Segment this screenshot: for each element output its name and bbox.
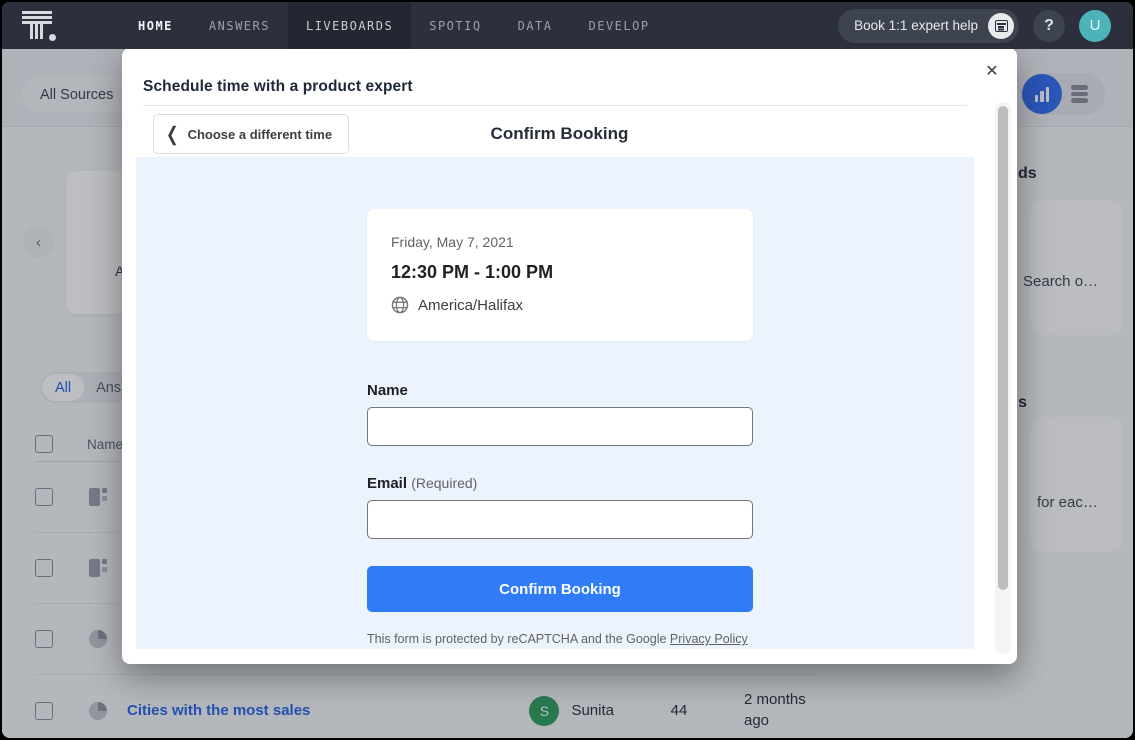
nav-item-answers[interactable]: ANSWERS xyxy=(191,2,288,49)
confirm-booking-heading: Confirm Booking xyxy=(122,124,997,144)
logo-dot xyxy=(49,34,56,41)
email-required-hint: (Required) xyxy=(411,475,477,491)
thoughtspot-logo[interactable] xyxy=(22,11,56,41)
close-icon[interactable]: ✕ xyxy=(981,60,1003,82)
name-input[interactable] xyxy=(367,407,753,446)
booking-form-area: Friday, May 7, 2021 12:30 PM - 1:00 PM A… xyxy=(136,157,974,649)
nav-item-liveboards[interactable]: LIVEBOARDS xyxy=(288,2,411,49)
booking-timezone: America/Halifax xyxy=(418,297,523,314)
top-nav: HOME ANSWERS LIVEBOARDS SPOTIQ DATA DEVE… xyxy=(2,2,1133,49)
name-label: Name xyxy=(367,382,753,399)
question-mark-icon: ? xyxy=(1044,17,1054,35)
book-expert-help-button[interactable]: Book 1:1 expert help xyxy=(838,9,1019,43)
name-field-group: Name xyxy=(367,382,753,446)
globe-icon xyxy=(391,296,409,314)
recaptcha-notice: This form is protected by reCAPTCHA and … xyxy=(367,631,753,649)
nav-item-spotiq[interactable]: SPOTIQ xyxy=(411,2,499,49)
logo-bar xyxy=(22,16,52,19)
email-label-text: Email xyxy=(367,475,407,492)
book-expert-help-label: Book 1:1 expert help xyxy=(854,18,978,33)
booking-summary-card: Friday, May 7, 2021 12:30 PM - 1:00 PM A… xyxy=(367,209,753,341)
modal-title: Schedule time with a product expert xyxy=(143,78,413,96)
modal-divider xyxy=(143,105,967,106)
booking-modal: ✕ Schedule time with a product expert ❮ … xyxy=(122,48,1017,664)
privacy-policy-link[interactable]: Privacy Policy xyxy=(670,632,748,646)
user-avatar[interactable]: U xyxy=(1079,10,1111,42)
nav-item-data[interactable]: DATA xyxy=(500,2,571,49)
booking-date: Friday, May 7, 2021 xyxy=(391,234,729,250)
avatar-initial: U xyxy=(1090,17,1101,34)
help-button[interactable]: ? xyxy=(1033,10,1065,42)
email-label: Email (Required) xyxy=(367,475,753,492)
logo-bar xyxy=(30,23,33,39)
confirm-booking-button[interactable]: Confirm Booking xyxy=(367,566,753,612)
email-input[interactable] xyxy=(367,500,753,539)
calendar-icon xyxy=(988,13,1014,39)
nav-item-home[interactable]: HOME xyxy=(120,2,191,49)
logo-bar xyxy=(22,11,52,14)
booking-timezone-row: America/Halifax xyxy=(391,296,729,314)
app-window: All Sources ‹ A All Ans Name xyxy=(0,0,1135,740)
recaptcha-text: This form is protected by reCAPTCHA and … xyxy=(367,632,670,646)
logo-bar xyxy=(40,23,43,39)
nav-right: Book 1:1 expert help ? U xyxy=(838,9,1111,43)
email-field-group: Email (Required) xyxy=(367,475,753,539)
modal-scrollbar-thumb[interactable] xyxy=(998,106,1008,590)
logo-bar xyxy=(35,23,38,39)
nav-item-develop[interactable]: DEVELOP xyxy=(571,2,668,49)
modal-scrollbar-track[interactable] xyxy=(995,102,1011,654)
booking-time: 12:30 PM - 1:00 PM xyxy=(391,262,729,283)
nav-menu: HOME ANSWERS LIVEBOARDS SPOTIQ DATA DEVE… xyxy=(120,2,668,49)
